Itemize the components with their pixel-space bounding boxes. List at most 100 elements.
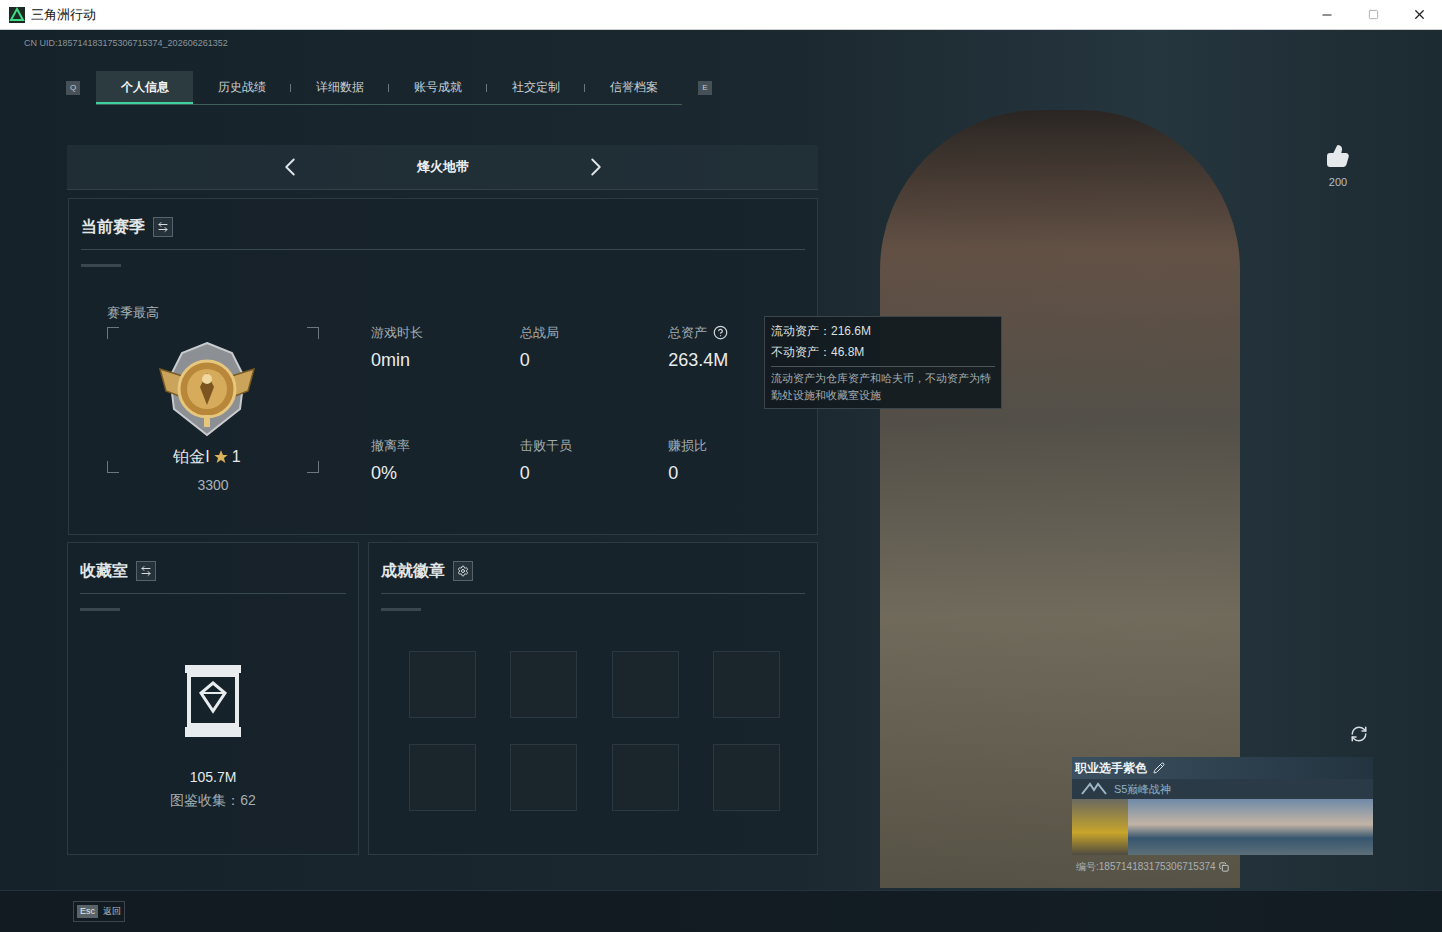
stat-label: 赚损比	[668, 436, 707, 456]
tooltip-divider	[771, 366, 995, 367]
corner-mark	[307, 327, 319, 339]
name-card: 职业选手紫色 S5巅峰战神编号:185714183175306715374	[1072, 757, 1373, 874]
key-badge: Esc	[77, 905, 98, 919]
season-panel: 当前赛季赛季最高铂金I13300游戏时长0min总战局0总资产263.4M撤离率…	[68, 198, 818, 535]
star-icon	[213, 449, 229, 465]
window-title: 三角洲行动	[31, 5, 96, 25]
collection-switch-button[interactable]	[136, 561, 156, 581]
mode-selector: 烽火地带	[67, 145, 818, 190]
collection-panel: 收藏室 105.7M图鉴收集：62	[67, 542, 359, 855]
tooltip-note: 流动资产为仓库资产和哈夫币，不动资产为特勤处设施和收藏室设施	[771, 370, 995, 404]
season-best: 赛季最高铂金I13300	[95, 303, 319, 496]
refresh-icon	[1350, 725, 1368, 743]
panel-header: 成就徽章	[381, 543, 805, 611]
close-button[interactable]	[1396, 0, 1442, 30]
key-badge: Q	[66, 81, 80, 95]
stat-value: 0%	[371, 460, 520, 487]
key-badge: E	[698, 81, 712, 95]
season-best-label: 赛季最高	[107, 303, 319, 323]
title-emblem-icon	[1080, 780, 1108, 798]
header-accent	[381, 608, 421, 611]
collection-value: 105.7M	[190, 767, 237, 788]
card-banner	[1072, 799, 1373, 855]
maximize-icon	[1368, 9, 1379, 20]
season-switch-button[interactable]	[153, 217, 173, 237]
stat-value: 0min	[371, 347, 520, 374]
like-button[interactable]: 200	[1326, 144, 1350, 191]
collection-case-icon	[181, 663, 245, 739]
corner-mark	[107, 461, 119, 473]
badge-slot[interactable]	[612, 744, 679, 811]
gear-icon	[457, 565, 469, 577]
corner-mark	[307, 461, 319, 473]
badge-slot[interactable]	[409, 651, 476, 718]
player-title: S5巅峰战神	[1114, 781, 1171, 798]
panel-header: 收藏室	[80, 543, 346, 611]
tab[interactable]: 社交定制	[487, 71, 584, 104]
tab[interactable]: 信誉档案	[585, 71, 682, 104]
badge-slot[interactable]	[713, 651, 780, 718]
stat-label: 击败干员	[520, 436, 572, 456]
badge-slot[interactable]	[510, 651, 577, 718]
stat-value: 0	[520, 460, 669, 487]
close-icon	[1412, 7, 1427, 22]
next-mode-button[interactable]	[581, 152, 611, 182]
footer-bar: Esc 返回	[0, 890, 1442, 932]
chevron-left-icon	[275, 152, 305, 182]
stat-label: 总资产	[668, 323, 707, 343]
badges-settings-button[interactable]	[453, 561, 473, 581]
corner-mark	[107, 327, 119, 339]
tab[interactable]: 个人信息	[96, 71, 193, 104]
maximize-button[interactable]	[1350, 0, 1396, 30]
stat-label: 游戏时长	[371, 323, 423, 343]
chevron-right-icon	[581, 152, 611, 182]
badge-slot[interactable]	[612, 651, 679, 718]
collection-catalog: 图鉴收集：62	[170, 790, 256, 811]
back-label: 返回	[103, 905, 121, 919]
panel-title: 收藏室	[80, 559, 128, 583]
tab[interactable]: 账号成就	[389, 71, 486, 104]
copy-icon[interactable]	[1219, 862, 1229, 872]
uid-text: CN UID:185714183175306715374_20260626135…	[0, 30, 1442, 49]
stat-label: 总战局	[520, 323, 559, 343]
help-icon[interactable]	[713, 325, 728, 340]
tooltip-line: 流动资产：216.6M	[771, 321, 995, 342]
rank-score: 3300	[107, 475, 319, 496]
minimize-button[interactable]	[1304, 0, 1350, 30]
prev-mode-button[interactable]	[275, 152, 305, 182]
minimize-icon	[1320, 8, 1334, 22]
tab-bar: Q 个人信息历史战绩详细数据账号成就社交定制信誉档案 E	[0, 71, 1442, 105]
rank-stars: 1	[232, 445, 241, 469]
thumbs-up-icon	[1326, 144, 1350, 168]
stat-item: 撤离率 0%	[371, 436, 520, 495]
left-column: 烽火地带当前赛季赛季最高铂金I13300游戏时长0min总战局0总资产263.4…	[67, 145, 818, 890]
badge-slot[interactable]	[510, 744, 577, 811]
tab[interactable]: 历史战绩	[193, 71, 290, 104]
badges-panel: 成就徽章	[368, 542, 818, 855]
badge-grid	[409, 651, 779, 811]
player-id: 编号:185714183175306715374	[1076, 859, 1216, 874]
player-name: 职业选手紫色	[1075, 759, 1147, 777]
badge-slot[interactable]	[409, 744, 476, 811]
app-window: 三角洲行动 200 职业选手紫色 S5巅峰战神编号:18571418317530671…	[0, 0, 1442, 932]
stat-value: 0	[520, 347, 669, 374]
stat-item: 赚损比0	[668, 436, 817, 495]
swap-icon	[157, 221, 169, 233]
tooltip-line: 不动资产：46.8M	[771, 342, 995, 363]
stat-label: 撤离率	[371, 436, 410, 456]
back-button[interactable]: Esc 返回	[73, 901, 125, 923]
edit-icon[interactable]	[1153, 762, 1165, 774]
like-count: 200	[1329, 174, 1347, 191]
refresh-button[interactable]	[1350, 725, 1368, 743]
main-area: 200 职业选手紫色 S5巅峰战神编号:185714183175306715374 C…	[0, 30, 1442, 932]
stat-item: 游戏时长 0min	[371, 323, 520, 382]
stats-grid: 游戏时长0min总战局0总资产263.4M撤离率0%击败干员0赚损比0	[371, 303, 817, 496]
title-bar: 三角洲行动	[0, 0, 1442, 30]
panel-header: 当前赛季	[81, 199, 805, 267]
tab[interactable]: 详细数据	[291, 71, 388, 104]
panel-title: 成就徽章	[381, 559, 445, 583]
app-logo-icon	[9, 7, 25, 23]
rank-badge-icon	[152, 339, 262, 439]
badge-slot[interactable]	[713, 744, 780, 811]
panel-title: 当前赛季	[81, 215, 145, 239]
